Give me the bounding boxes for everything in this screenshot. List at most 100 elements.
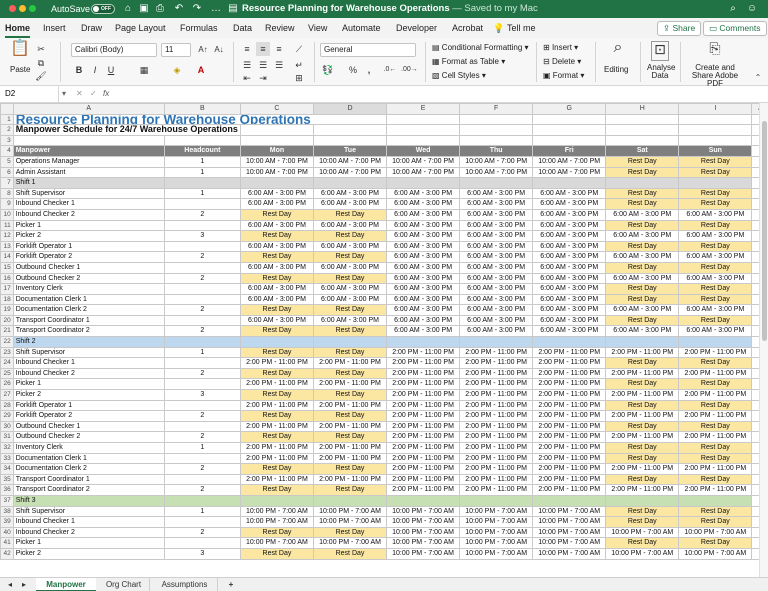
manpower-cell[interactable]: Picker 2 bbox=[12, 230, 165, 242]
row-header[interactable]: 32 bbox=[0, 442, 14, 454]
shift-time-cell[interactable]: 6:00 AM - 3:00 PM bbox=[239, 187, 314, 200]
shift-time-cell[interactable]: 2:00 PM - 11:00 PM bbox=[386, 410, 461, 422]
column-title-fri[interactable]: Fri bbox=[532, 145, 607, 157]
italic-button[interactable]: I bbox=[88, 63, 102, 77]
cell[interactable] bbox=[163, 494, 241, 507]
cell[interactable] bbox=[605, 134, 680, 147]
shift-time-cell[interactable]: 6:00 AM - 3:00 PM bbox=[459, 251, 534, 263]
headcount-cell[interactable]: 2 bbox=[163, 484, 241, 496]
name-box[interactable]: D2 bbox=[3, 86, 59, 102]
headcount-cell[interactable]: 1 bbox=[163, 155, 241, 168]
rest-day-cell[interactable]: Rest Day bbox=[239, 410, 314, 422]
rest-day-cell[interactable]: Rest Day bbox=[312, 272, 388, 285]
namebox-dropdown-icon[interactable]: ▾ bbox=[62, 86, 66, 102]
cell[interactable] bbox=[605, 177, 680, 189]
shift-time-cell[interactable]: 10:00 PM - 7:00 AM bbox=[386, 516, 461, 528]
rest-day-cell[interactable]: Rest Day bbox=[239, 304, 314, 316]
cell[interactable] bbox=[239, 336, 314, 348]
rest-day-cell[interactable]: Rest Day bbox=[605, 155, 680, 168]
cell[interactable] bbox=[459, 124, 534, 136]
cell[interactable] bbox=[312, 336, 388, 348]
shift-time-cell[interactable]: 10:00 PM - 7:00 AM bbox=[532, 526, 607, 539]
shift-time-cell[interactable]: 6:00 AM - 3:00 PM bbox=[239, 219, 314, 232]
cell[interactable] bbox=[678, 124, 753, 136]
rest-day-cell[interactable]: Rest Day bbox=[312, 410, 388, 422]
column-header-d[interactable]: D bbox=[312, 103, 388, 115]
row-header[interactable]: 13 bbox=[0, 240, 14, 253]
undo-icon[interactable]: ↶ bbox=[172, 2, 186, 16]
shift-time-cell[interactable]: 6:00 AM - 3:00 PM bbox=[532, 187, 607, 200]
shift-time-cell[interactable]: 6:00 AM - 3:00 PM bbox=[605, 230, 680, 242]
rest-day-cell[interactable]: Rest Day bbox=[605, 452, 680, 465]
shift-time-cell[interactable]: 2:00 PM - 11:00 PM bbox=[312, 399, 388, 412]
font-size-select[interactable]: 11 bbox=[161, 43, 191, 57]
shift-time-cell[interactable]: 6:00 AM - 3:00 PM bbox=[605, 251, 680, 263]
shift-time-cell[interactable]: 2:00 PM - 11:00 PM bbox=[605, 410, 680, 422]
shift-time-cell[interactable]: 6:00 AM - 3:00 PM bbox=[386, 187, 461, 200]
cell[interactable] bbox=[386, 177, 461, 189]
more-icon[interactable]: … bbox=[209, 2, 223, 16]
row-header[interactable]: 36 bbox=[0, 484, 14, 496]
search-icon[interactable]: ⌕ bbox=[726, 2, 740, 16]
manpower-cell[interactable]: Picker 1 bbox=[12, 378, 165, 391]
save-icon[interactable]: ▣ bbox=[137, 2, 151, 16]
row-header[interactable]: 19 bbox=[0, 304, 14, 316]
shift-time-cell[interactable]: 2:00 PM - 11:00 PM bbox=[605, 463, 680, 475]
cell[interactable] bbox=[605, 113, 680, 126]
formula-input[interactable] bbox=[122, 87, 762, 101]
rest-day-cell[interactable]: Rest Day bbox=[605, 378, 680, 391]
headcount-cell[interactable]: 1 bbox=[163, 346, 241, 359]
shift-time-cell[interactable]: 6:00 AM - 3:00 PM bbox=[605, 272, 680, 285]
headcount-cell[interactable]: 2 bbox=[163, 526, 241, 539]
cell[interactable] bbox=[239, 494, 314, 507]
format-cells-button[interactable]: ▣ Format ▾ bbox=[543, 71, 584, 80]
shift-time-cell[interactable]: 6:00 AM - 3:00 PM bbox=[459, 240, 534, 253]
cell[interactable] bbox=[532, 113, 607, 126]
manpower-cell[interactable]: Shift Supervisor bbox=[12, 346, 165, 359]
row-header[interactable]: 29 bbox=[0, 410, 14, 422]
font-name-select[interactable]: Calibri (Body) bbox=[71, 43, 157, 57]
cell[interactable] bbox=[605, 494, 680, 507]
shift-time-cell[interactable]: 2:00 PM - 11:00 PM bbox=[386, 463, 461, 475]
shift-time-cell[interactable]: 2:00 PM - 11:00 PM bbox=[239, 442, 314, 454]
shift-time-cell[interactable]: 10:00 AM - 7:00 PM bbox=[532, 155, 607, 168]
shift-time-cell[interactable]: 6:00 AM - 3:00 PM bbox=[239, 293, 314, 306]
account-icon[interactable]: ☺ bbox=[745, 2, 759, 16]
rest-day-cell[interactable]: Rest Day bbox=[605, 261, 680, 274]
cell[interactable] bbox=[605, 336, 680, 348]
headcount-cell[interactable]: 3 bbox=[163, 547, 241, 560]
shift-time-cell[interactable]: 6:00 AM - 3:00 PM bbox=[312, 240, 388, 253]
headcount-cell[interactable] bbox=[163, 240, 241, 253]
shift-label[interactable]: Shift 3 bbox=[12, 494, 165, 507]
shift-time-cell[interactable]: 6:00 AM - 3:00 PM bbox=[459, 304, 534, 316]
rest-day-cell[interactable]: Rest Day bbox=[678, 187, 753, 200]
sheet-tab-manpower[interactable]: Manpower bbox=[36, 578, 96, 591]
shift-time-cell[interactable]: 10:00 PM - 7:00 AM bbox=[386, 537, 461, 549]
rest-day-cell[interactable]: Rest Day bbox=[239, 389, 314, 401]
row-header[interactable]: 37 bbox=[0, 494, 14, 507]
rest-day-cell[interactable]: Rest Day bbox=[312, 484, 388, 496]
column-header-e[interactable]: E bbox=[386, 103, 461, 115]
row-header[interactable]: 23 bbox=[0, 346, 14, 359]
cell[interactable] bbox=[386, 336, 461, 348]
row-header[interactable]: 18 bbox=[0, 293, 14, 306]
shift-time-cell[interactable]: 6:00 AM - 3:00 PM bbox=[459, 261, 534, 274]
rest-day-cell[interactable]: Rest Day bbox=[605, 187, 680, 200]
rest-day-cell[interactable]: Rest Day bbox=[605, 537, 680, 549]
cell[interactable] bbox=[459, 177, 534, 189]
shift-time-cell[interactable]: 2:00 PM - 11:00 PM bbox=[678, 367, 753, 380]
headcount-cell[interactable] bbox=[163, 293, 241, 306]
shift-time-cell[interactable]: 2:00 PM - 11:00 PM bbox=[605, 389, 680, 401]
shift-time-cell[interactable]: 6:00 AM - 3:00 PM bbox=[532, 314, 607, 327]
collapse-ribbon-icon[interactable]: ⌃ bbox=[751, 71, 765, 85]
shift-time-cell[interactable]: 2:00 PM - 11:00 PM bbox=[532, 357, 607, 369]
shift-time-cell[interactable]: 2:00 PM - 11:00 PM bbox=[459, 473, 534, 486]
headcount-cell[interactable] bbox=[163, 378, 241, 391]
headcount-cell[interactable] bbox=[163, 473, 241, 486]
manpower-cell[interactable]: Picker 1 bbox=[12, 537, 165, 549]
shift-time-cell[interactable]: 2:00 PM - 11:00 PM bbox=[605, 431, 680, 443]
rest-day-cell[interactable]: Rest Day bbox=[239, 230, 314, 242]
shift-time-cell[interactable]: 6:00 AM - 3:00 PM bbox=[532, 240, 607, 253]
rest-day-cell[interactable]: Rest Day bbox=[605, 283, 680, 295]
manpower-cell[interactable]: Transport Coordinator 1 bbox=[12, 473, 165, 486]
